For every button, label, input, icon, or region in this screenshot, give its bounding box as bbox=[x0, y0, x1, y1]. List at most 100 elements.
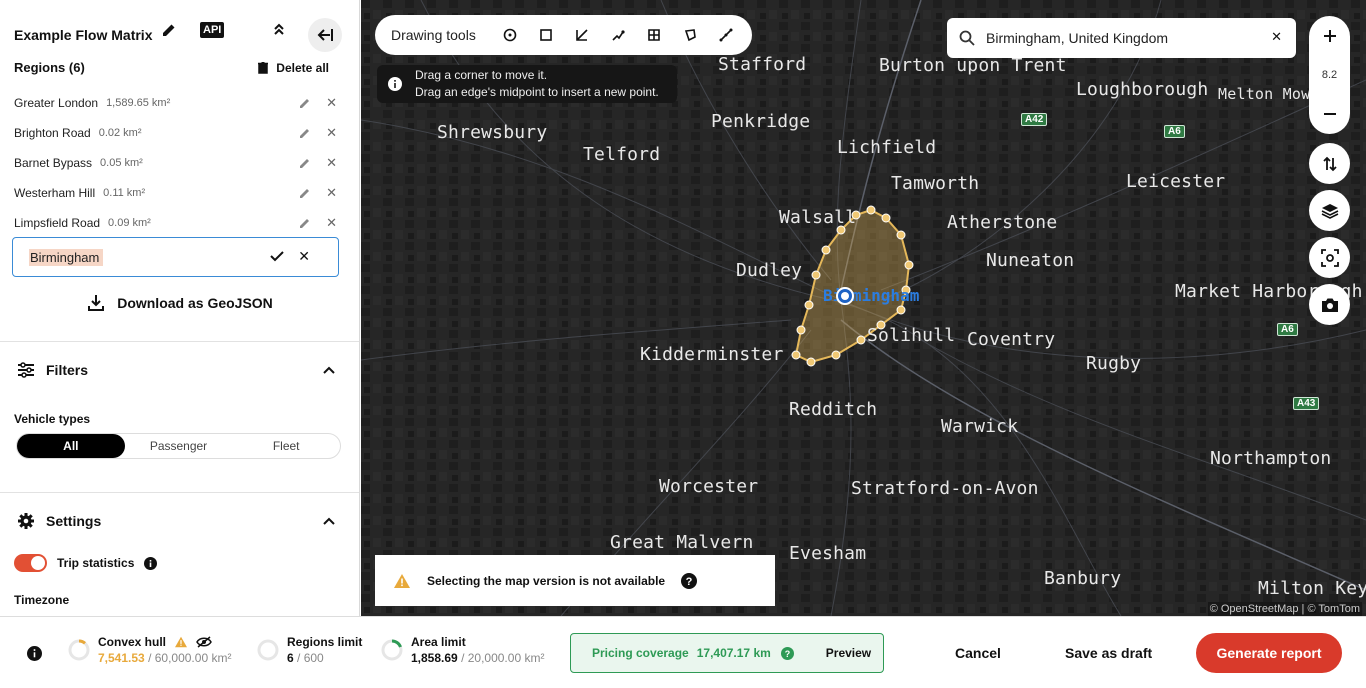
region-name: Limpsfield Road bbox=[14, 216, 101, 230]
road-badge: A6 bbox=[1277, 323, 1298, 336]
vehicle-type-passenger[interactable]: Passenger bbox=[125, 434, 233, 458]
remove-region-icon[interactable]: ✕ bbox=[326, 95, 337, 111]
vehicle-type-selector: All Passenger Fleet bbox=[16, 433, 341, 459]
remove-region-icon[interactable]: ✕ bbox=[326, 215, 337, 231]
layers-icon bbox=[1321, 203, 1338, 219]
polygon-tool-icon[interactable] bbox=[672, 17, 708, 53]
convex-hull-stat: Convex hull 7,541.53 / 60,000.00 km² bbox=[68, 635, 231, 665]
chevron-up-icon bbox=[323, 366, 335, 374]
confirm-check-icon[interactable] bbox=[270, 249, 284, 267]
download-geojson-button[interactable]: Download as GeoJSON bbox=[0, 294, 359, 312]
collapse-up-icon[interactable] bbox=[272, 22, 286, 36]
vehicle-types-label: Vehicle types bbox=[14, 412, 91, 426]
map-city-label: Nuneaton bbox=[986, 250, 1075, 271]
edit-region-icon[interactable] bbox=[299, 96, 311, 114]
hint-line: Drag an edge's midpoint to insert a new … bbox=[415, 85, 659, 99]
download-icon bbox=[88, 295, 105, 311]
filters-section-toggle[interactable]: Filters bbox=[18, 362, 335, 378]
road-badge: A42 bbox=[1021, 113, 1048, 126]
cancel-button[interactable]: Cancel bbox=[955, 645, 1001, 661]
edit-region-icon[interactable] bbox=[299, 156, 311, 174]
trip-statistics-label: Trip statistics bbox=[57, 556, 135, 570]
map-city-label: Stratford-on-Avon bbox=[851, 478, 1039, 499]
api-button[interactable]: API bbox=[200, 22, 225, 38]
vehicle-type-all[interactable]: All bbox=[17, 434, 125, 458]
info-icon[interactable] bbox=[27, 646, 42, 661]
rectangle-tool-icon[interactable] bbox=[528, 17, 564, 53]
map-city-label: Telford bbox=[583, 144, 661, 165]
map-city-label: Great Malvern bbox=[610, 532, 754, 553]
sidebar: Example Flow Matrix API Regions (6) Dele… bbox=[0, 0, 360, 616]
location-marker[interactable] bbox=[836, 287, 854, 305]
remove-region-icon[interactable]: ✕ bbox=[326, 125, 337, 141]
map-city-label: Banbury bbox=[1044, 568, 1122, 589]
region-row: Limpsfield Road 0.09 km² ✕ bbox=[14, 208, 339, 238]
circle-tool-icon[interactable] bbox=[492, 17, 528, 53]
collapse-sidebar-button[interactable] bbox=[308, 18, 342, 52]
divider bbox=[0, 341, 359, 342]
edit-region-icon[interactable] bbox=[299, 186, 311, 204]
svg-text:?: ? bbox=[785, 648, 790, 658]
search-icon bbox=[959, 30, 975, 46]
cancel-edit-icon[interactable]: ✕ bbox=[298, 248, 310, 265]
search-input[interactable] bbox=[986, 30, 1256, 46]
zoom-in-button[interactable] bbox=[1309, 16, 1350, 56]
map-city-label: Evesham bbox=[789, 543, 867, 564]
hint-line: Drag a corner to move it. bbox=[415, 68, 548, 82]
preview-button[interactable]: Preview bbox=[826, 646, 871, 660]
map-city-label: Milton Keyn bbox=[1258, 578, 1366, 599]
map-city-label: Warwick bbox=[941, 416, 1019, 437]
region-name: Barnet Bypass bbox=[14, 156, 93, 170]
map-view[interactable]: Stafford Burton upon Trent Loughborough … bbox=[361, 0, 1366, 616]
line-tool-icon[interactable] bbox=[564, 17, 600, 53]
new-region-input[interactable] bbox=[29, 248, 103, 266]
remove-region-icon[interactable]: ✕ bbox=[326, 185, 337, 201]
edit-region-icon[interactable] bbox=[299, 126, 311, 144]
vehicle-type-fleet[interactable]: Fleet bbox=[232, 434, 340, 458]
delete-all-button[interactable]: Delete all bbox=[258, 61, 329, 75]
region-row: Greater London 1,589.65 km² ✕ bbox=[14, 88, 339, 118]
map-city-label: Atherstone bbox=[947, 212, 1058, 233]
settings-section-toggle[interactable]: Settings bbox=[18, 513, 335, 529]
zoom-out-button[interactable] bbox=[1309, 94, 1350, 134]
map-attribution[interactable]: © OpenStreetMap | © TomTom bbox=[1207, 602, 1362, 616]
save-draft-button[interactable]: Save as draft bbox=[1065, 645, 1152, 661]
map-city-label: Shrewsbury bbox=[437, 122, 548, 143]
area-limit-progress-ring bbox=[381, 639, 403, 661]
app: Example Flow Matrix API Regions (6) Dele… bbox=[0, 0, 1366, 688]
trip-statistics-row: Trip statistics bbox=[14, 554, 158, 572]
pricing-coverage: Pricing coverage 17,407.17 km ? Preview bbox=[570, 633, 884, 673]
screenshot-button[interactable] bbox=[1309, 284, 1350, 325]
page-title: Example Flow Matrix bbox=[14, 27, 153, 43]
warning-icon bbox=[394, 573, 410, 588]
chevron-up-icon bbox=[323, 517, 335, 525]
regions-limit-stat: Regions limit 6 / 600 bbox=[257, 635, 362, 665]
map-city-label: Solihull bbox=[867, 325, 956, 346]
remove-region-icon[interactable]: ✕ bbox=[326, 155, 337, 171]
drawing-hint: Drag a corner to move it. Drag an edge's… bbox=[377, 65, 677, 103]
generate-report-button[interactable]: Generate report bbox=[1196, 633, 1342, 673]
grid-tool-icon[interactable] bbox=[636, 17, 672, 53]
clear-search-icon[interactable]: ✕ bbox=[1271, 29, 1282, 45]
eye-off-icon[interactable] bbox=[196, 636, 212, 648]
edit-region-icon[interactable] bbox=[299, 216, 311, 234]
road-badge: A43 bbox=[1293, 397, 1320, 410]
map-city-label: Northampton bbox=[1210, 448, 1332, 469]
map-city-label: Burton upon Trent bbox=[879, 55, 1067, 76]
freehand-tool-icon[interactable] bbox=[708, 17, 744, 53]
help-icon[interactable]: ? bbox=[780, 646, 794, 660]
swap-direction-button[interactable] bbox=[1309, 143, 1350, 184]
convex-hull-progress-ring bbox=[68, 639, 90, 661]
region-area: 0.09 km² bbox=[108, 217, 151, 229]
layers-button[interactable] bbox=[1309, 190, 1350, 231]
focus-selection-button[interactable] bbox=[1309, 237, 1350, 278]
regions-header: Regions (6) Delete all bbox=[14, 60, 329, 75]
map-search: ✕ bbox=[947, 18, 1296, 58]
map-city-label: Rugby bbox=[1086, 353, 1142, 374]
new-region-field: ✕ bbox=[12, 237, 339, 277]
edit-title-icon[interactable] bbox=[161, 22, 177, 38]
trip-statistics-toggle[interactable] bbox=[14, 554, 47, 572]
focus-icon bbox=[1320, 248, 1339, 267]
map-version-warning: Selecting the map version is not availab… bbox=[375, 555, 775, 606]
route-tool-icon[interactable] bbox=[600, 17, 636, 53]
